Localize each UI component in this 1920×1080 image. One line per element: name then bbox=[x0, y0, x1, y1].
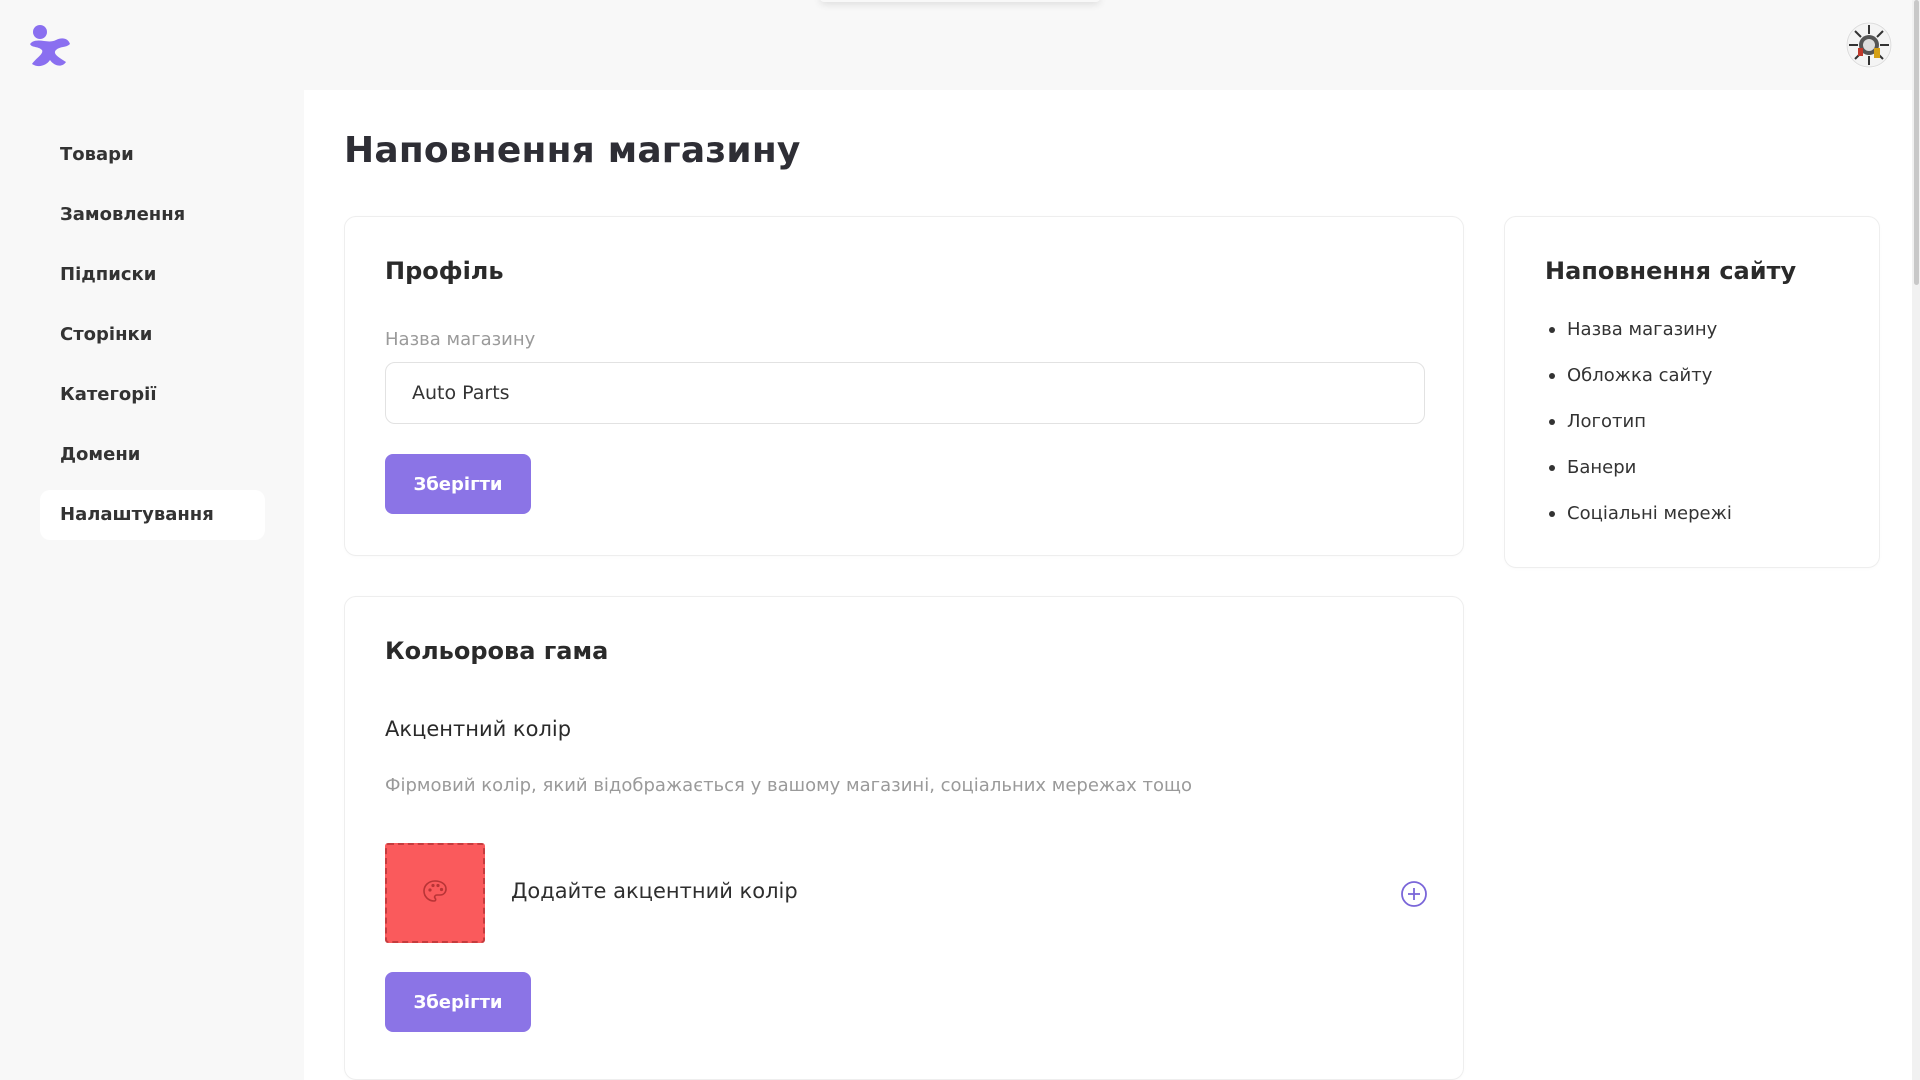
color-save-button[interactable]: Зберігти bbox=[385, 972, 531, 1032]
user-avatar-icon[interactable] bbox=[1846, 22, 1892, 68]
site-content-title: Наповнення сайту bbox=[1545, 257, 1797, 285]
brand-logo-icon[interactable] bbox=[26, 22, 74, 70]
sidebar-item-subscriptions[interactable]: Підписки bbox=[40, 250, 265, 300]
profile-save-button[interactable]: Зберігти bbox=[385, 454, 531, 514]
bullet bbox=[1549, 419, 1555, 425]
site-content-item-banners[interactable]: Банери bbox=[1545, 453, 1732, 499]
site-content-item-store-name[interactable]: Назва магазину bbox=[1545, 315, 1732, 361]
site-content-card: Наповнення сайту Назва магазину Обложка … bbox=[1504, 216, 1880, 568]
accent-color-description: Фірмовий колір, який відображається у ва… bbox=[385, 775, 1193, 796]
site-content-item-logo[interactable]: Логотип bbox=[1545, 407, 1732, 453]
accent-color-subtitle: Акцентний колір bbox=[385, 717, 572, 741]
profile-card-title: Профіль bbox=[385, 257, 504, 285]
site-content-list: Назва магазину Обложка сайту Логотип Бан… bbox=[1545, 315, 1732, 545]
list-item-label: Соціальні мережі bbox=[1567, 503, 1732, 524]
sidebar-nav: Товари Замовлення Підписки Сторінки Кате… bbox=[40, 130, 265, 550]
list-item-label: Банери bbox=[1567, 457, 1637, 478]
top-tab-shadow bbox=[820, 0, 1100, 2]
top-bar bbox=[0, 0, 1920, 90]
plus-circle-icon[interactable] bbox=[1400, 880, 1428, 908]
sidebar-item-pages[interactable]: Сторінки bbox=[40, 310, 265, 360]
store-name-input[interactable] bbox=[385, 362, 1425, 424]
sidebar-item-orders[interactable]: Замовлення bbox=[40, 190, 265, 240]
list-item-label: Логотип bbox=[1567, 411, 1646, 432]
color-card: Кольорова гама Акцентний колір Фірмовий … bbox=[344, 596, 1464, 1080]
profile-card: Профіль Назва магазину Зберігти bbox=[344, 216, 1464, 556]
sidebar-item-products[interactable]: Товари bbox=[40, 130, 265, 180]
add-accent-color-label: Додайте акцентний колір bbox=[511, 879, 798, 903]
page-scrollbar[interactable] bbox=[1912, 0, 1920, 1080]
accent-color-swatch[interactable] bbox=[385, 843, 485, 943]
site-content-item-cover[interactable]: Обложка сайту bbox=[1545, 361, 1732, 407]
sidebar-item-settings[interactable]: Налаштування bbox=[40, 490, 265, 540]
main-content: Наповнення магазину Профіль Назва магази… bbox=[304, 90, 1920, 1080]
list-item-label: Обложка сайту bbox=[1567, 365, 1713, 386]
page-title: Наповнення магазину bbox=[344, 130, 801, 171]
bullet bbox=[1549, 373, 1555, 379]
bullet bbox=[1549, 465, 1555, 471]
bullet bbox=[1549, 511, 1555, 517]
sidebar-item-categories[interactable]: Категорії bbox=[40, 370, 265, 420]
color-card-title: Кольорова гама bbox=[385, 637, 609, 665]
site-content-item-social[interactable]: Соціальні мережі bbox=[1545, 499, 1732, 545]
store-name-label: Назва магазину bbox=[385, 329, 536, 350]
scrollbar-thumb[interactable] bbox=[1914, 0, 1919, 285]
list-item-label: Назва магазину bbox=[1567, 319, 1718, 340]
bullet bbox=[1549, 327, 1555, 333]
sidebar-item-domains[interactable]: Домени bbox=[40, 430, 265, 480]
palette-icon bbox=[422, 878, 448, 908]
